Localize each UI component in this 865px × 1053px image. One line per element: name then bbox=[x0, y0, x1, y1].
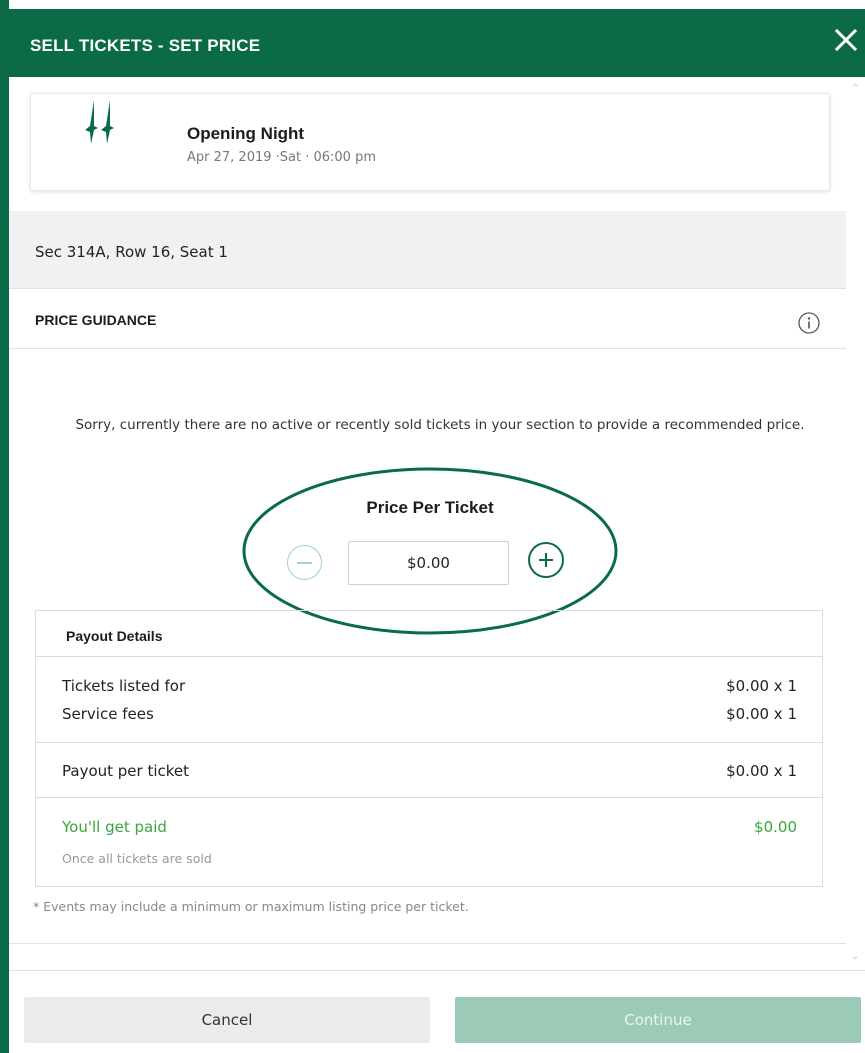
minus-circle-icon[interactable] bbox=[287, 545, 322, 580]
info-icon[interactable] bbox=[797, 311, 821, 335]
price-limit-footnote: * Events may include a minimum or maximu… bbox=[33, 899, 469, 914]
section-divider bbox=[9, 943, 846, 944]
team-logo-icon bbox=[81, 100, 121, 144]
event-date: Apr 27, 2019 ·Sat · 06:00 pm bbox=[187, 150, 377, 165]
price-guidance-title: PRICE GUIDANCE bbox=[35, 312, 157, 328]
scrollbar[interactable]: ^ ⌄ bbox=[846, 79, 865, 971]
paid-note: Once all tickets are sold bbox=[62, 851, 212, 866]
payout-row-value: $0.00 x 1 bbox=[726, 677, 797, 695]
modal-left-border bbox=[0, 0, 9, 1053]
payout-row-label: Tickets listed for bbox=[62, 677, 186, 695]
modal-header: SELL TICKETS - SET PRICE bbox=[9, 9, 865, 77]
payout-divider bbox=[36, 742, 822, 743]
seat-info: Sec 314A, Row 16, Seat 1 bbox=[9, 211, 846, 289]
sell-tickets-modal: SELL TICKETS - SET PRICE ^ ⌄ Opening Nig… bbox=[0, 0, 865, 1053]
event-card: Opening Night Apr 27, 2019 ·Sat · 06:00 … bbox=[30, 93, 830, 191]
modal-title: SELL TICKETS - SET PRICE bbox=[30, 36, 261, 55]
scroll-up-arrow-icon[interactable]: ^ bbox=[851, 83, 859, 94]
price-input[interactable] bbox=[348, 541, 509, 585]
payout-row-value: $0.00 x 1 bbox=[726, 705, 797, 723]
plus-circle-icon[interactable] bbox=[528, 542, 564, 578]
seat-label: Sec 314A, Row 16, Seat 1 bbox=[35, 243, 228, 261]
payout-row-label: Payout per ticket bbox=[62, 762, 190, 780]
payout-details-title: Payout Details bbox=[66, 628, 163, 644]
scroll-down-arrow-icon[interactable]: ⌄ bbox=[851, 951, 859, 962]
event-name: Opening Night bbox=[187, 124, 305, 143]
payout-row-label: Service fees bbox=[62, 705, 154, 723]
paid-label: You'll get paid bbox=[62, 818, 167, 836]
payout-details-header: Payout Details bbox=[36, 611, 822, 657]
payout-row-value: $0.00 x 1 bbox=[726, 762, 797, 780]
no-guidance-message: Sorry, currently there are no active or … bbox=[75, 417, 805, 433]
payout-divider bbox=[36, 797, 822, 798]
payout-details: Payout Details Tickets listed for $0.00 … bbox=[35, 610, 823, 887]
price-per-ticket-label: Price Per Ticket bbox=[366, 498, 494, 517]
price-guidance-section: PRICE GUIDANCE bbox=[9, 290, 846, 349]
paid-value: $0.00 bbox=[754, 818, 797, 836]
continue-button[interactable]: Continue bbox=[455, 997, 861, 1043]
close-icon[interactable] bbox=[831, 25, 861, 55]
cancel-button[interactable]: Cancel bbox=[24, 997, 430, 1043]
